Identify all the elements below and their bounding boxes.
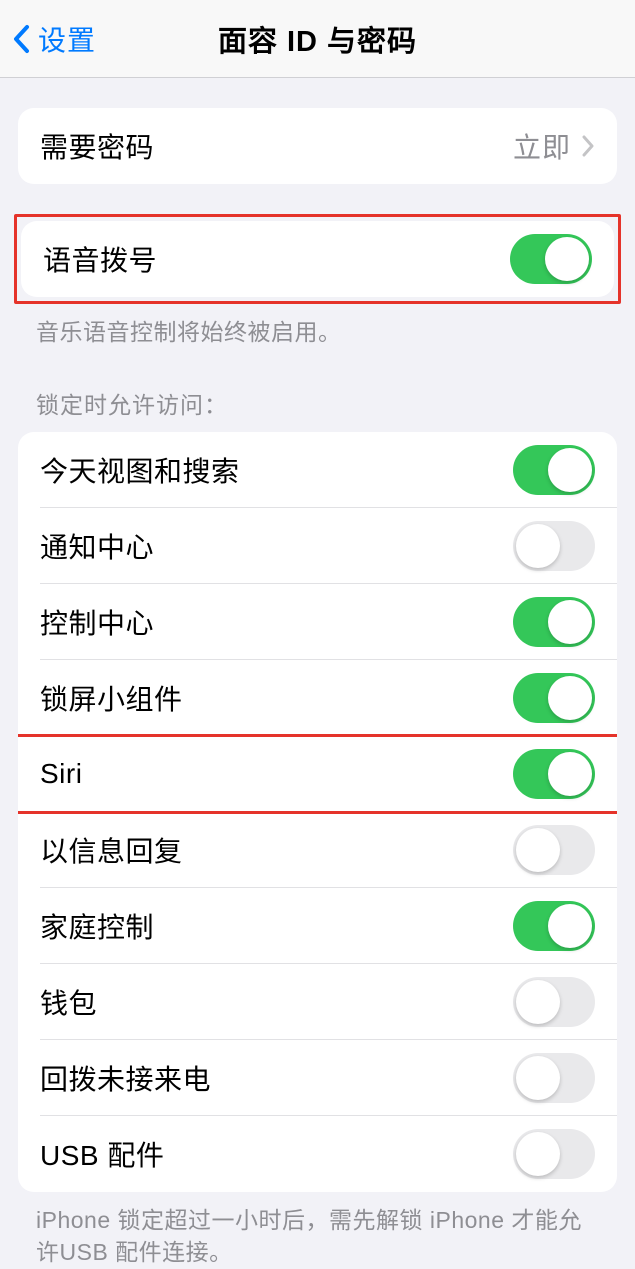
require-passcode-value: 立即 xyxy=(513,126,571,166)
return-missed-calls-toggle[interactable] xyxy=(513,1053,595,1103)
today-view-row: 今天视图和搜索 xyxy=(18,432,617,508)
locked-access-footer: iPhone 锁定超过一小时后，需先解锁 iPhone 才能允许USB 配件连接… xyxy=(0,1192,635,1268)
toggle-knob xyxy=(545,237,589,281)
siri-toggle[interactable] xyxy=(513,749,595,799)
reply-messages-toggle[interactable] xyxy=(513,825,595,875)
voice-dial-highlight: 语音拨号 xyxy=(14,214,621,304)
lock-screen-widgets-toggle[interactable] xyxy=(513,673,595,723)
toggle-knob xyxy=(516,1056,560,1100)
today-view-toggle[interactable] xyxy=(513,445,595,495)
reply-messages-label: 以信息回复 xyxy=(40,830,513,870)
toggle-knob xyxy=(548,448,592,492)
control-center-row: 控制中心 xyxy=(18,584,617,660)
usb-accessories-row: USB 配件 xyxy=(18,1116,617,1192)
toggle-knob xyxy=(516,828,560,872)
wallet-toggle[interactable] xyxy=(513,977,595,1027)
control-center-label: 控制中心 xyxy=(40,602,513,642)
usb-accessories-label: USB 配件 xyxy=(40,1134,513,1174)
voice-dial-footer: 音乐语音控制将始终被启用。 xyxy=(0,304,635,348)
toggle-knob xyxy=(548,676,592,720)
toggle-knob xyxy=(516,524,560,568)
today-view-label: 今天视图和搜索 xyxy=(40,450,513,490)
home-control-row: 家庭控制 xyxy=(18,888,617,964)
chevron-left-icon xyxy=(12,24,30,54)
lock-screen-widgets-row: 锁屏小组件 xyxy=(18,660,617,736)
control-center-toggle[interactable] xyxy=(513,597,595,647)
notification-center-label: 通知中心 xyxy=(40,526,513,566)
locked-access-group: 今天视图和搜索 通知中心 控制中心 锁屏小组件 Siri 以信息回复 家庭控制 xyxy=(18,432,617,1192)
toggle-knob xyxy=(548,600,592,644)
voice-dial-label: 语音拨号 xyxy=(43,239,510,279)
voice-dial-row: 语音拨号 xyxy=(21,221,614,297)
lock-screen-widgets-label: 锁屏小组件 xyxy=(40,678,513,718)
toggle-knob xyxy=(516,1132,560,1176)
back-label: 设置 xyxy=(38,19,96,59)
require-passcode-label: 需要密码 xyxy=(40,126,513,166)
toggle-knob xyxy=(516,980,560,1024)
siri-row: Siri xyxy=(18,736,617,812)
notification-center-row: 通知中心 xyxy=(18,508,617,584)
wallet-label: 钱包 xyxy=(40,982,513,1022)
voice-dial-toggle[interactable] xyxy=(510,234,592,284)
siri-label: Siri xyxy=(40,758,513,790)
notification-center-toggle[interactable] xyxy=(513,521,595,571)
reply-messages-row: 以信息回复 xyxy=(18,812,617,888)
voice-dial-group: 语音拨号 xyxy=(21,221,614,297)
back-button[interactable]: 设置 xyxy=(0,19,96,59)
return-missed-calls-row: 回拨未接来电 xyxy=(18,1040,617,1116)
require-passcode-row[interactable]: 需要密码 立即 xyxy=(18,108,617,184)
toggle-knob xyxy=(548,904,592,948)
home-control-toggle[interactable] xyxy=(513,901,595,951)
content-area: 需要密码 立即 语音拨号 音乐语音控制将始终被启用。 锁定时允许访问： 今天视图… xyxy=(0,108,635,1269)
usb-accessories-toggle[interactable] xyxy=(513,1129,595,1179)
home-control-label: 家庭控制 xyxy=(40,906,513,946)
toggle-knob xyxy=(548,752,592,796)
wallet-row: 钱包 xyxy=(18,964,617,1040)
return-missed-calls-label: 回拨未接来电 xyxy=(40,1058,513,1098)
chevron-right-icon xyxy=(581,135,595,157)
locked-access-header: 锁定时允许访问： xyxy=(0,386,635,432)
require-passcode-group: 需要密码 立即 xyxy=(18,108,617,184)
navigation-bar: 设置 面容 ID 与密码 xyxy=(0,0,635,78)
